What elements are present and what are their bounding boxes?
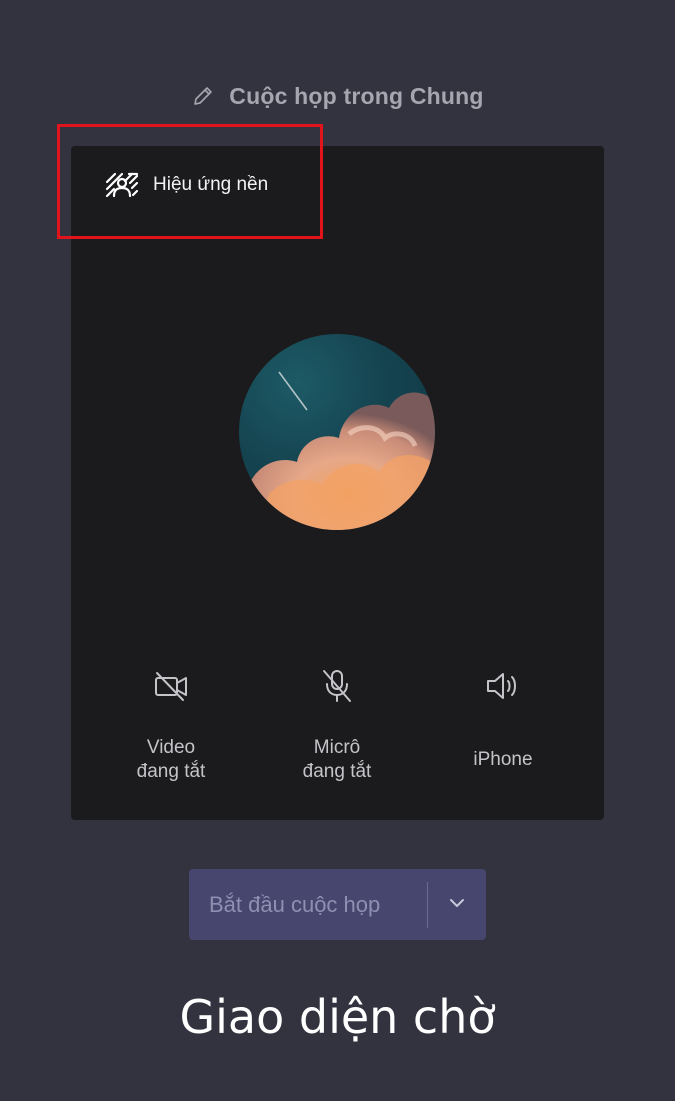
start-options-dropdown[interactable] bbox=[428, 869, 486, 940]
video-status-label: Video đang tắt bbox=[136, 737, 206, 782]
meeting-title: Cuộc họp trong Chung bbox=[229, 82, 484, 109]
video-toggle-button[interactable]: Video đang tắt bbox=[91, 666, 251, 784]
audio-device-button[interactable]: iPhone bbox=[423, 666, 583, 772]
background-effects-button[interactable]: Hiệu ứng nền bbox=[105, 168, 268, 202]
background-effects-label: Hiệu ứng nền bbox=[153, 174, 269, 195]
start-meeting-button[interactable]: Bắt đầu cuộc họp bbox=[189, 869, 427, 940]
media-controls: Video đang tắt Micrô đang tắt iPhone bbox=[71, 666, 604, 796]
speaker-icon bbox=[483, 666, 523, 706]
start-meeting-group: Bắt đầu cuộc họp bbox=[189, 869, 486, 940]
video-preview: Hiệu ứng nền Video đang tắt Micrô đang t… bbox=[71, 146, 604, 820]
mic-status-label: Micrô đang tắt bbox=[302, 737, 372, 782]
background-effects-icon bbox=[105, 172, 139, 198]
mic-toggle-button[interactable]: Micrô đang tắt bbox=[257, 666, 417, 784]
audio-device-label: iPhone bbox=[473, 749, 533, 770]
meeting-lobby-screen: Cuộc họp trong Chung Hiệu ứng nền Video … bbox=[0, 0, 675, 1101]
pencil-icon[interactable] bbox=[191, 84, 215, 108]
screen-caption: Giao diện chờ bbox=[179, 990, 496, 1044]
avatar bbox=[239, 334, 435, 530]
meeting-title-row[interactable]: Cuộc họp trong Chung bbox=[0, 78, 675, 114]
mic-off-icon bbox=[317, 666, 357, 706]
chevron-down-icon bbox=[447, 896, 467, 914]
video-off-icon bbox=[151, 666, 191, 706]
